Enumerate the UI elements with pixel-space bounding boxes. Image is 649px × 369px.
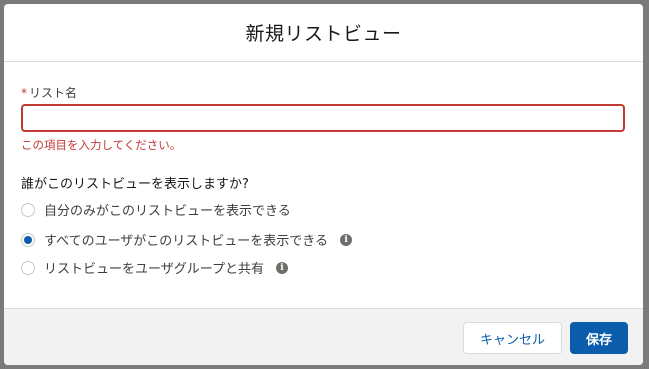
radio-option-share-group[interactable]: リストビューをユーザグループと共有 i <box>21 258 288 277</box>
radio-label: 自分のみがこのリストビューを表示できる <box>44 204 291 219</box>
new-list-view-modal: 新規リストビュー * リスト名 この項目を入力してください。 誰がこのリストビュー… <box>4 4 643 365</box>
radio-button[interactable] <box>21 260 35 275</box>
modal-footer: キャンセル 保存 <box>4 308 643 365</box>
info-icon[interactable]: i <box>340 233 353 246</box>
cancel-button[interactable]: キャンセル <box>463 322 562 354</box>
list-name-label: * リスト名 <box>21 84 77 101</box>
radio-label: リストビューをユーザグループと共有 <box>44 262 264 277</box>
list-name-input[interactable] <box>21 104 625 132</box>
radio-button-selected[interactable] <box>21 232 35 247</box>
list-name-label-text: リスト名 <box>29 86 78 100</box>
list-name-error: この項目を入力してください。 <box>21 138 182 152</box>
modal-header: 新規リストビュー <box>4 4 643 62</box>
modal-title: 新規リストビュー <box>245 23 402 45</box>
info-icon[interactable]: i <box>275 261 288 274</box>
modal-body: * リスト名 この項目を入力してください。 誰がこのリストビューを表示しますか? … <box>4 62 643 308</box>
radio-label: すべてのユーザがこのリストビューを表示できる <box>44 234 329 249</box>
save-button[interactable]: 保存 <box>570 322 628 354</box>
required-marker: * <box>21 86 27 100</box>
visibility-legend: 誰がこのリストビューを表示しますか? <box>21 177 249 192</box>
radio-button[interactable] <box>21 202 35 217</box>
radio-option-all-users[interactable]: すべてのユーザがこのリストビューを表示できる i <box>21 230 353 249</box>
radio-option-only-me[interactable]: 自分のみがこのリストビューを表示できる <box>21 200 291 219</box>
